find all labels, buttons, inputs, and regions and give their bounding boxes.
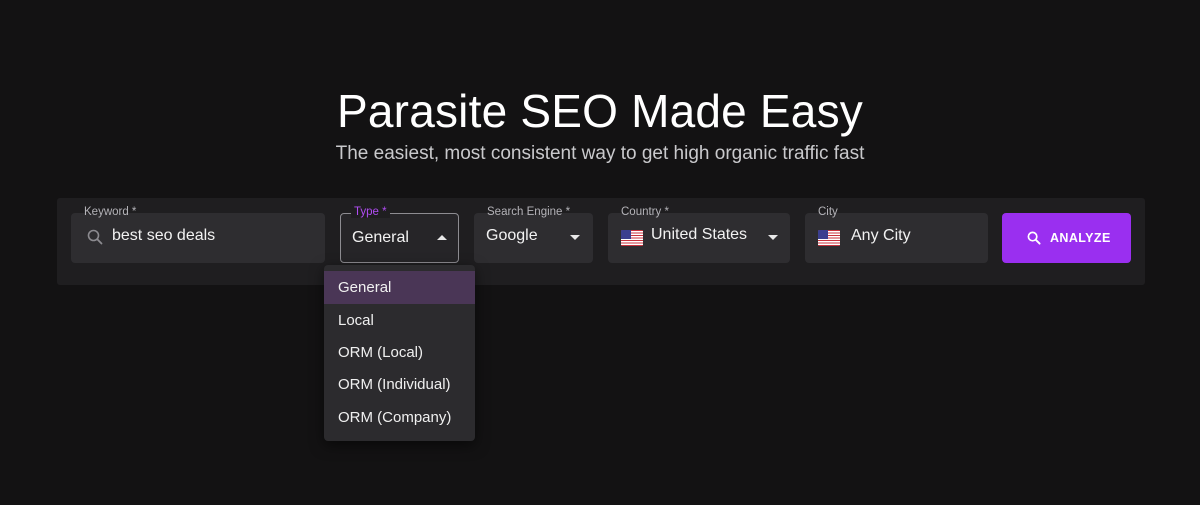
dropdown-option-local[interactable]: Local	[324, 304, 475, 337]
type-select-value: General	[352, 229, 409, 246]
us-flag-icon	[621, 230, 643, 246]
search-icon	[87, 229, 103, 250]
search-engine-value: Google	[486, 227, 538, 244]
type-dropdown-menu: General Local ORM (Local) ORM (Individua…	[324, 265, 475, 441]
city-input[interactable]: Any City	[851, 227, 911, 245]
search-engine-label: Search Engine *	[487, 206, 571, 218]
analyze-button-label: ANALYZE	[1050, 231, 1111, 245]
analyze-button[interactable]: ANALYZE	[1002, 213, 1131, 263]
caret-down-icon	[768, 235, 778, 240]
type-label: Type *	[351, 206, 390, 218]
keyword-field[interactable]: best seo deals	[71, 213, 325, 263]
dropdown-option-orm-individual[interactable]: ORM (Individual)	[324, 368, 475, 401]
dropdown-option-orm-company[interactable]: ORM (Company)	[324, 401, 475, 434]
dropdown-option-orm-local[interactable]: ORM (Local)	[324, 336, 475, 369]
country-value: United States	[651, 226, 748, 243]
search-engine-select[interactable]: Google	[474, 213, 593, 263]
us-flag-icon	[818, 230, 840, 246]
hero-subtitle: The easiest, most consistent way to get …	[335, 143, 865, 164]
country-label: Country *	[621, 206, 669, 218]
caret-down-icon	[570, 235, 580, 240]
keyword-label: Keyword *	[84, 206, 137, 218]
hero-title: Parasite SEO Made Easy	[337, 85, 863, 137]
city-label: City	[818, 206, 838, 218]
search-icon	[1027, 231, 1041, 250]
country-select[interactable]: United States	[608, 213, 790, 263]
type-select[interactable]: General	[340, 213, 459, 263]
keyword-input[interactable]: best seo deals	[112, 227, 215, 245]
city-field[interactable]: Any City	[805, 213, 988, 263]
dropdown-option-general[interactable]: General	[324, 271, 475, 304]
caret-up-icon	[437, 235, 447, 240]
